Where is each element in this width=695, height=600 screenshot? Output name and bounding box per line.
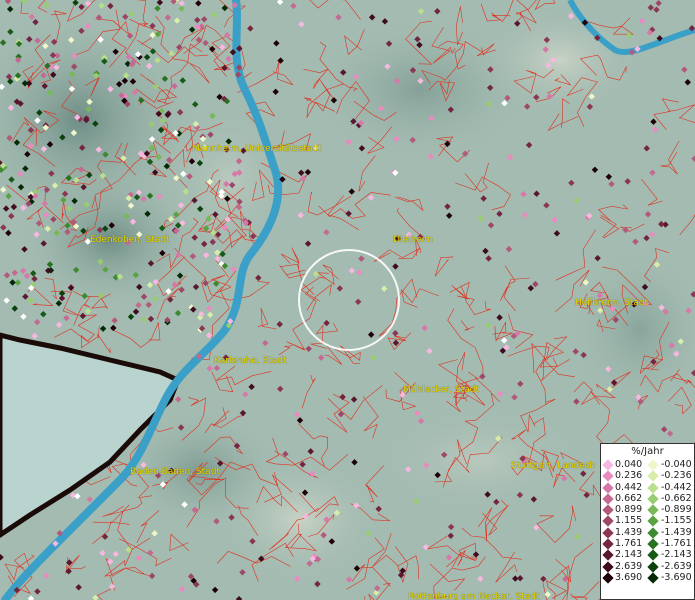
legend-value: -0.899 — [661, 504, 692, 516]
legend-value: 0.899 — [615, 504, 643, 516]
legend-value: -1.439 — [661, 526, 692, 538]
legend-swatch — [647, 527, 659, 539]
legend-row: 3.690 -3.690 — [601, 571, 694, 584]
legend-swatch — [647, 515, 659, 528]
legend-swatch — [602, 515, 614, 528]
legend-swatch — [602, 493, 614, 505]
legend-row: 1.761 -1.761 — [601, 538, 694, 550]
legend-row: 0.236 -0.236 — [601, 470, 694, 482]
legend-swatch — [602, 549, 614, 562]
legend-value: -0.040 — [661, 459, 692, 470]
legend-value: -0.442 — [661, 481, 692, 493]
legend-value: 0.662 — [615, 492, 643, 504]
legend-value: 2.639 — [615, 560, 643, 572]
legend-swatch — [647, 549, 659, 562]
legend-row: 0.899 -0.899 — [601, 504, 694, 516]
legend-row: 1.155 -1.155 — [601, 515, 694, 528]
legend-value: -3.690 — [661, 571, 692, 583]
city-label-rottenburg[interactable]: Rottenburg am Neckar, Stadt — [408, 592, 540, 600]
city-label-karlsruhe[interactable]: Karlsruhe, Stadt — [214, 356, 287, 366]
legend-value: -0.662 — [661, 492, 692, 504]
legend-value: 3.690 — [615, 571, 643, 583]
legend-swatch — [602, 459, 614, 471]
legend-value: 2.143 — [615, 549, 643, 561]
city-label-badenbaden[interactable]: Baden-Baden, Stadt — [130, 467, 220, 477]
legend-swatch — [647, 572, 659, 584]
legend-row: 0.442 -0.442 — [601, 481, 694, 494]
legend-swatch — [602, 504, 614, 516]
legend-swatch — [602, 561, 614, 573]
legend-swatch — [647, 493, 659, 505]
legend-swatch — [647, 481, 659, 494]
legend-swatch — [602, 572, 614, 584]
city-label-edenkoben[interactable]: Edenkoben, Stadt — [90, 235, 170, 245]
legend-value: 0.442 — [615, 481, 643, 493]
legend-row: 2.143 -2.143 — [601, 549, 694, 562]
legend-swatch — [647, 561, 659, 573]
legend-value: 1.761 — [615, 538, 643, 550]
legend-swatch — [647, 504, 659, 516]
legend-swatch — [647, 470, 659, 482]
legend-swatch — [647, 459, 659, 471]
city-label-muehlacker[interactable]: Mühlacker, Stadt — [403, 385, 479, 395]
legend-swatch — [602, 527, 614, 539]
legend-rows: 0.040 -0.040 0.236 -0.236 0.442 -0.442 0.662 -0… — [601, 459, 694, 584]
city-label-stuttgart[interactable]: Stuttgart, Landesh — [511, 461, 595, 471]
legend-title: %/Jahr — [631, 446, 664, 457]
legend-value: -2.639 — [661, 560, 692, 572]
city-label-heilbronn[interactable]: Heilbronn, Stadt — [575, 298, 648, 308]
legend-value: 1.155 — [615, 515, 643, 527]
legend-row: 2.639 -2.639 — [601, 560, 694, 573]
legend-swatch — [647, 538, 659, 550]
legend-row: 1.439 -1.439 — [601, 526, 694, 539]
legend-value: 0.236 — [615, 470, 643, 482]
legend-value: 1.439 — [615, 526, 643, 538]
map-legend: %/Jahr 0.040 -0.040 0.236 -0.236 0.442 -0.442… — [600, 443, 695, 600]
map-view[interactable]: Mannheim, Universitätsstadt Edenkoben, S… — [0, 0, 695, 600]
legend-value: -1.761 — [661, 538, 692, 550]
legend-swatch — [602, 481, 614, 494]
city-label-mannheim[interactable]: Mannheim, Universitätsstadt — [192, 144, 322, 154]
legend-swatch — [602, 470, 614, 482]
legend-value: -1.155 — [661, 515, 692, 527]
legend-swatch — [602, 538, 614, 550]
legend-row: 0.040 -0.040 — [601, 459, 694, 471]
legend-value: -0.236 — [661, 470, 692, 482]
city-label-dielheim[interactable]: Dielheim — [393, 235, 433, 245]
legend-value: -2.143 — [661, 549, 692, 561]
legend-value: 0.040 — [615, 459, 643, 470]
legend-row: 0.662 -0.662 — [601, 492, 694, 505]
